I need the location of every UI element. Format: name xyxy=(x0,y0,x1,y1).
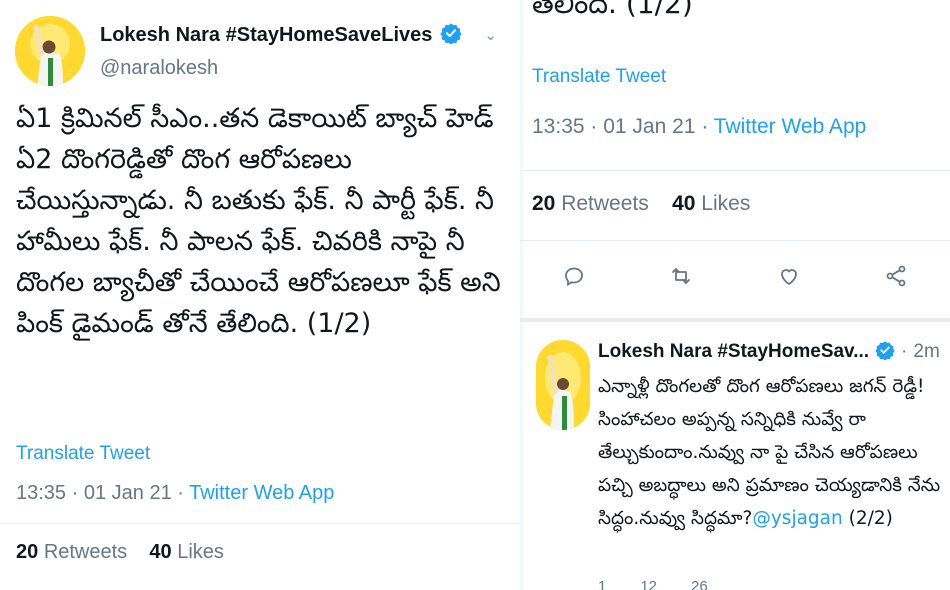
avatar[interactable] xyxy=(536,340,590,430)
tweet-date[interactable]: 01 Jan 21 xyxy=(603,115,695,138)
tweet-actions xyxy=(560,262,910,290)
avatar[interactable] xyxy=(15,16,85,86)
reply-tweet-text: ఎన్నాళ్లీ దొంగలతో దొంగ ఆరోపణలు జగన్ రెడ్… xyxy=(598,370,948,535)
tweet-stats: 20 Retweets 40 Likes xyxy=(16,541,224,564)
author-name[interactable]: Lokesh Nara #StayHomeSav... xyxy=(598,341,869,363)
retweets-stat[interactable]: 20 Retweets xyxy=(532,192,649,215)
meta-separator: · xyxy=(177,482,190,504)
tweet-time-ago[interactable]: 2m xyxy=(913,341,939,363)
retweet-icon[interactable] xyxy=(667,262,695,290)
divider xyxy=(520,170,950,171)
author-handle[interactable]: @naralokesh xyxy=(100,57,218,80)
retweets-count: 20 xyxy=(532,192,556,215)
divider xyxy=(520,240,950,241)
meta-separator: · xyxy=(71,482,84,504)
reply-count[interactable]: 1 xyxy=(598,578,606,590)
likes-count: 40 xyxy=(149,541,172,563)
tweet-source-link[interactable]: Twitter Web App xyxy=(189,482,334,504)
author-name[interactable]: Lokesh Nara #StayHomeSaveLives xyxy=(100,24,432,47)
retweet-count[interactable]: 12 xyxy=(640,578,657,590)
thread-separator xyxy=(520,318,950,322)
tweet-source-link[interactable]: Twitter Web App xyxy=(714,115,867,138)
author-row: Lokesh Nara #StayHomeSaveLives ⌄ xyxy=(100,22,497,48)
translate-tweet-link[interactable]: Translate Tweet xyxy=(532,66,666,88)
main-tweet-panel: Lokesh Nara #StayHomeSaveLives ⌄ @naralo… xyxy=(0,0,520,590)
heart-icon[interactable] xyxy=(775,262,803,290)
divider xyxy=(0,523,520,524)
avatar-image xyxy=(536,340,590,430)
tweet-stats: 20 Retweets 40 Likes xyxy=(532,192,750,216)
like-count[interactable]: 26 xyxy=(691,578,708,590)
likes-count: 40 xyxy=(672,192,696,215)
retweets-label: Retweets xyxy=(43,541,128,563)
retweets-stat[interactable]: 20 Retweets xyxy=(16,541,127,563)
thread-panel: తేలింది. (1/2) Translate Tweet 13:35 · 0… xyxy=(520,0,950,590)
verified-badge-icon xyxy=(875,340,895,364)
tweet-timestamp: 13:35 · 01 Jan 21 · Twitter Web App xyxy=(16,482,334,505)
likes-stat[interactable]: 40 Likes xyxy=(149,541,224,563)
reply-icon[interactable] xyxy=(560,262,588,290)
reply-actions: 1 12 26 xyxy=(598,578,898,590)
share-icon[interactable] xyxy=(882,262,910,290)
reply-text: ఎన్నాళ్లీ దొంగలతో దొంగ ఆరోపణలు జగన్ రెడ్… xyxy=(598,376,941,529)
tweet-time[interactable]: 13:35 xyxy=(532,115,585,138)
meta-separator: · xyxy=(901,341,908,362)
chevron-down-icon[interactable]: ⌄ xyxy=(484,26,497,44)
reply-author-row: Lokesh Nara #StayHomeSav... · 2m ⌄ xyxy=(598,340,948,364)
avatar-image xyxy=(15,16,85,86)
retweets-label: Retweets xyxy=(561,192,649,215)
likes-label: Likes xyxy=(177,541,224,563)
thread-counter: (2/2) xyxy=(848,508,893,529)
tweet-timestamp: 13:35 · 01 Jan 21 · Twitter Web App xyxy=(532,115,866,139)
tweet-time[interactable]: 13:35 xyxy=(16,482,66,504)
meta-separator: · xyxy=(590,115,604,138)
verified-badge-icon xyxy=(440,22,463,48)
tweet-date[interactable]: 01 Jan 21 xyxy=(84,482,172,504)
tweet-text: ఏ1 క్రిమినల్ సీఎం..తన డెకాయిట్ బ్యాచ్ హె… xyxy=(16,103,501,339)
mention-link[interactable]: @ysjagan xyxy=(752,508,842,529)
meta-separator: · xyxy=(701,115,714,138)
likes-label: Likes xyxy=(701,192,751,215)
translate-tweet-link[interactable]: Translate Tweet xyxy=(16,443,150,465)
tweet-text-tail: తేలింది. (1/2) xyxy=(532,0,693,20)
retweets-count: 20 xyxy=(16,541,39,563)
likes-stat[interactable]: 40 Likes xyxy=(672,192,750,215)
